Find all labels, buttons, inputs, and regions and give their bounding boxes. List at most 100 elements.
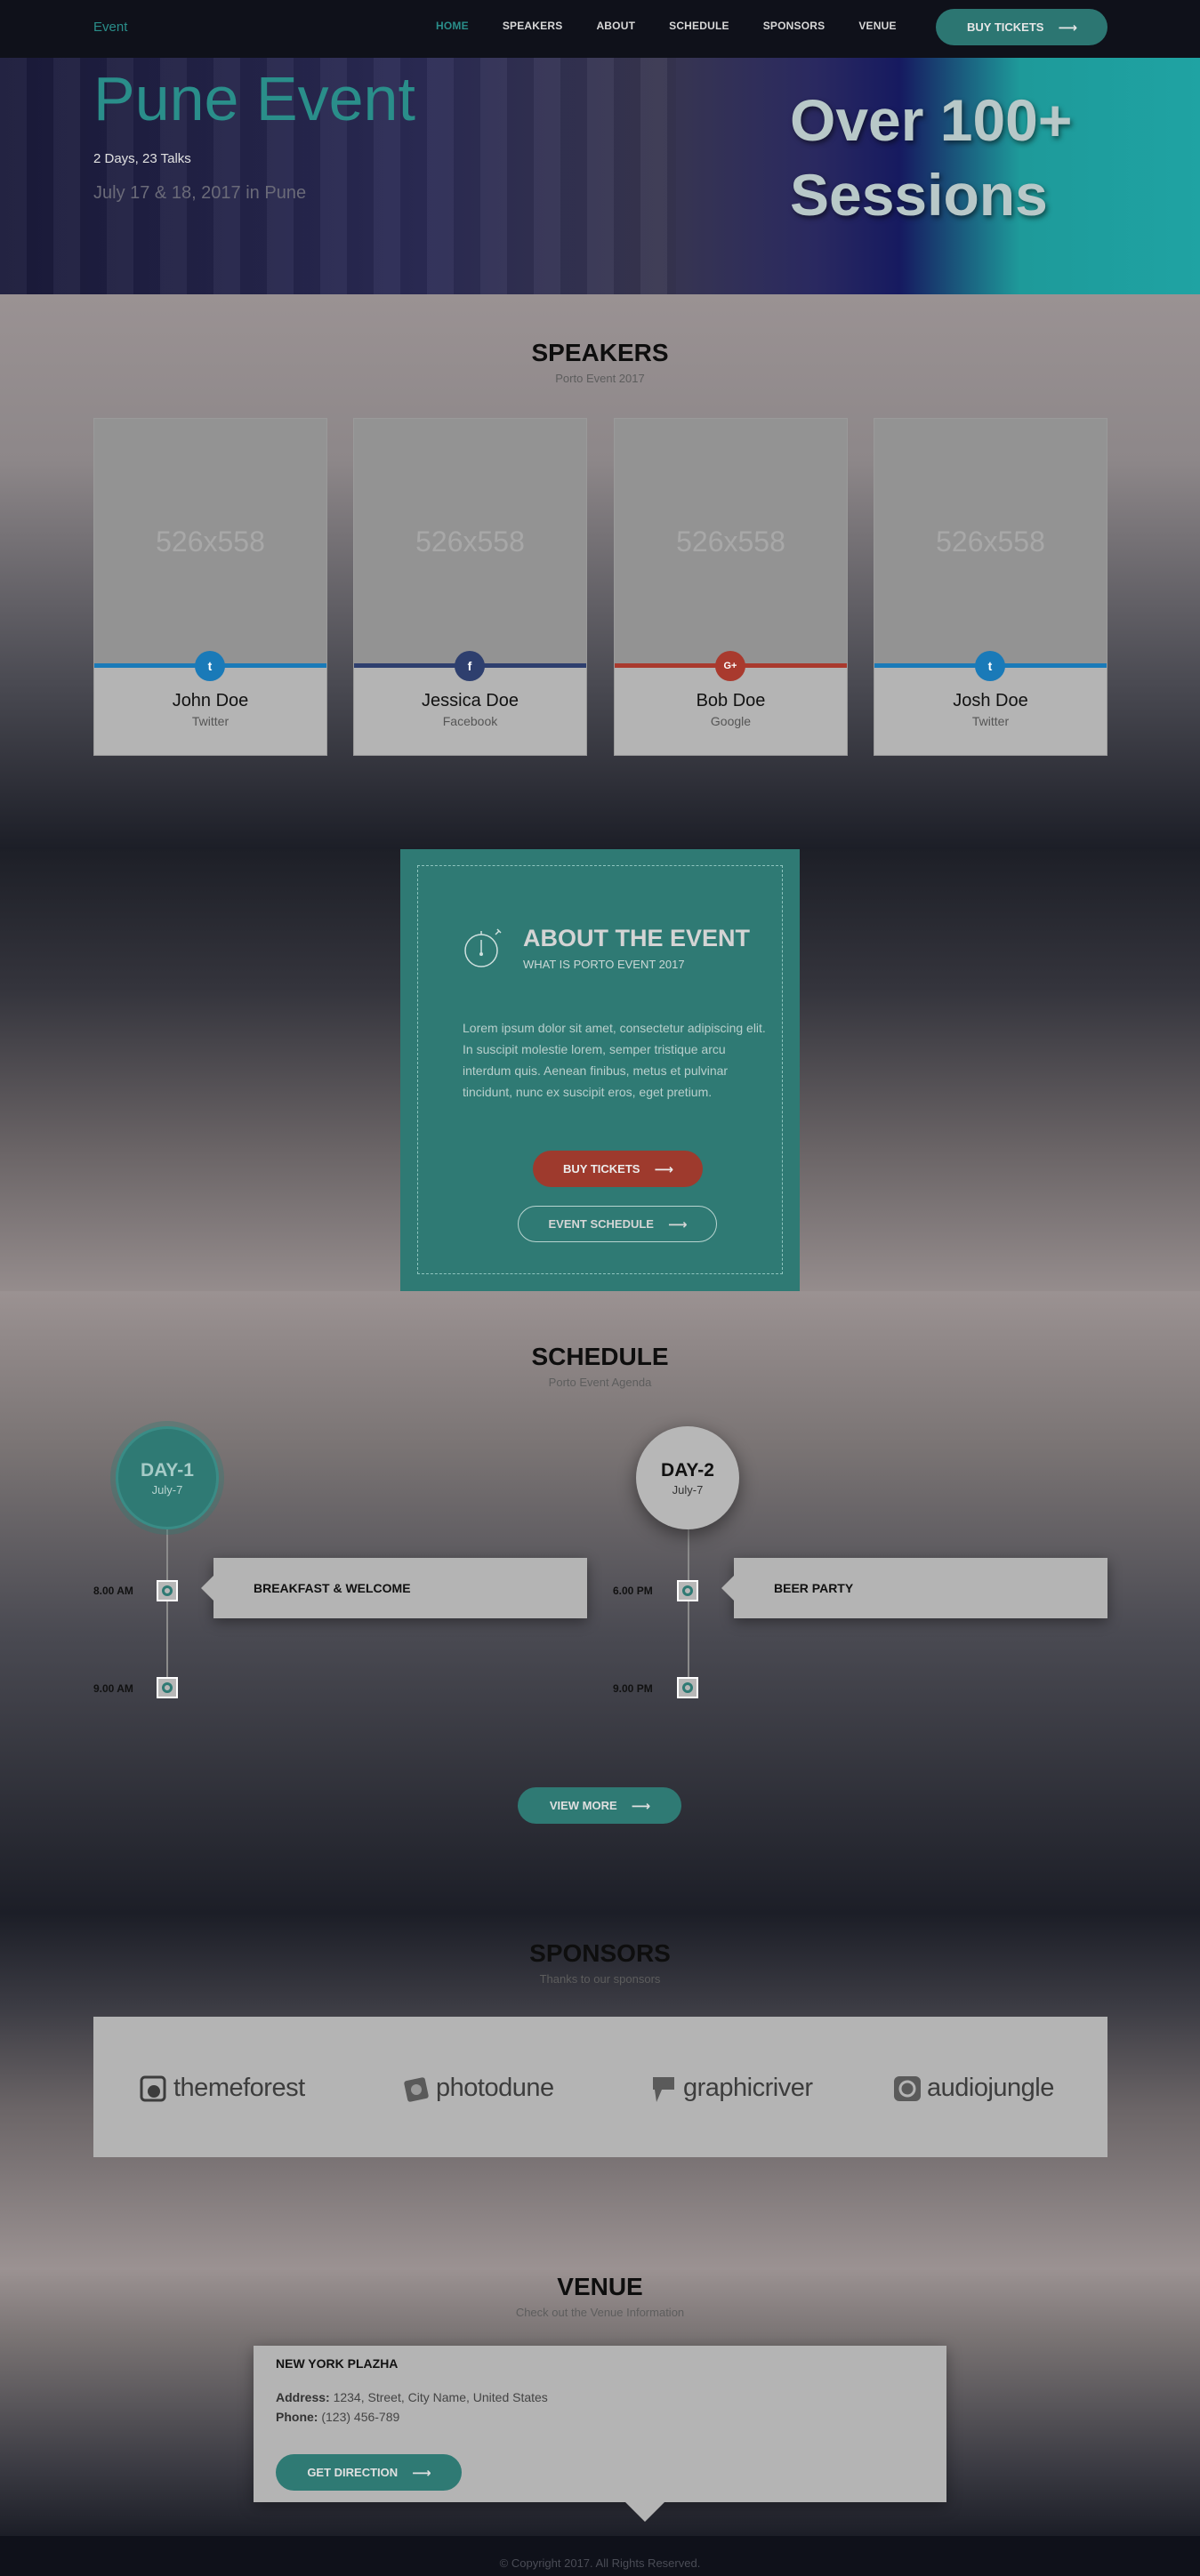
hero-title: Pune Event — [93, 64, 415, 133]
schedule-event[interactable]: BREAKFAST & WELCOME — [201, 1558, 587, 1618]
event-schedule-button[interactable]: EVENT SCHEDULE ⟶ — [518, 1206, 717, 1242]
sponsor-graphicriver[interactable]: graphicriver — [648, 2066, 813, 2110]
schedule-event[interactable]: BEER PARTY — [721, 1558, 1107, 1618]
view-more-label: VIEW MORE — [549, 1799, 617, 1812]
arrow-right-icon: ⟶ — [1058, 20, 1076, 36]
address-value: 1234, Street, City Name, United States — [333, 2390, 548, 2404]
arrow-right-icon: ⟶ — [654, 1161, 672, 1177]
stopwatch-icon — [464, 928, 502, 967]
day-2-badge[interactable]: DAY-2 July-7 — [636, 1426, 739, 1529]
sponsor-photodune[interactable]: photodune — [400, 2066, 554, 2110]
hero-banner: Pune Event 2 Days, 23 Talks July 17 & 18… — [0, 58, 1200, 294]
speaker-role: Google — [710, 714, 752, 728]
day-1-badge[interactable]: DAY-1 July-7 — [116, 1426, 219, 1529]
hero-subtitle: 2 Days, 23 Talks — [93, 151, 191, 166]
arrow-right-icon: ⟶ — [412, 2465, 431, 2481]
hero-banner-line-2: Sessions — [790, 162, 1048, 228]
logo[interactable]: Event — [93, 20, 127, 35]
about-description: Lorem ipsum dolor sit amet, consectetur … — [463, 1021, 766, 1099]
timeline-dot-icon — [157, 1677, 178, 1698]
sponsor-name: audiojungle — [927, 2073, 1054, 2102]
sponsors-subtitle: Thanks to our sponsors — [539, 1972, 661, 1986]
speaker-photo: 526x558 — [354, 419, 586, 664]
about-subtitle: WHAT IS PORTO EVENT 2017 — [523, 958, 685, 971]
hero-sessions-banner: Over 100+ Sessions — [790, 83, 1072, 232]
timeline-dot-icon — [677, 1580, 698, 1601]
sponsor-name: themeforest — [173, 2073, 305, 2102]
audiojungle-logo-icon — [894, 2076, 921, 2101]
nav-item-sponsors[interactable]: SPONSORS — [763, 20, 826, 32]
google-plus-icon[interactable]: G+ — [715, 651, 745, 681]
speakers-title: SPEAKERS — [531, 339, 669, 366]
time-slot: 8.00 AM — [93, 1585, 133, 1597]
get-direction-label: GET DIRECTION — [307, 2466, 399, 2479]
day-date: July-7 — [672, 1482, 704, 1497]
arrow-right-icon: ⟶ — [667, 1216, 687, 1232]
timeline-line — [688, 1529, 689, 1694]
timeline-line — [166, 1529, 168, 1694]
about-buy-tickets-label: BUY TICKETS — [563, 1162, 640, 1176]
time-slot: 6.00 PM — [613, 1585, 653, 1597]
speaker-photo: 526x558 — [874, 419, 1107, 664]
arrow-right-icon: ⟶ — [631, 1798, 650, 1814]
speaker-name: John Doe — [172, 691, 249, 710]
day-name: DAY-1 — [141, 1459, 194, 1481]
day-date: July-7 — [151, 1482, 183, 1497]
time-slot: 9.00 AM — [93, 1682, 133, 1695]
sponsor-themeforest[interactable]: themeforest — [138, 2066, 305, 2110]
about-buy-tickets-button[interactable]: BUY TICKETS ⟶ — [533, 1151, 703, 1187]
site-footer: © Copyright 2017. All Rights Reserved. — [0, 2536, 1200, 2576]
event-schedule-label: EVENT SCHEDULE — [548, 1217, 654, 1231]
speaker-name: Josh Doe — [953, 691, 1028, 710]
graphicriver-logo-icon — [653, 2077, 674, 2102]
schedule-subtitle: Porto Event Agenda — [548, 1376, 652, 1389]
copyright-text: © Copyright 2017. All Rights Reserved. — [499, 2556, 701, 2570]
speaker-role: Twitter — [971, 714, 1010, 728]
nav-item-home[interactable]: HOME — [436, 20, 469, 32]
phone-label: Phone: — [276, 2410, 318, 2424]
speaker-role: Facebook — [442, 714, 498, 728]
speaker-photo: 526x558 — [94, 419, 326, 664]
venue-title: VENUE — [557, 2273, 643, 2300]
venue-card: NEW YORK PLAZHA Address: 1234, Street, C… — [254, 2346, 946, 2522]
themeforest-logo-icon — [140, 2075, 166, 2102]
speaker-card[interactable]: 526x558 t Josh Doe Twitter — [874, 418, 1107, 756]
speaker-card[interactable]: 526x558 f Jessica Doe Facebook — [353, 418, 587, 756]
sponsor-name: graphicriver — [683, 2073, 813, 2102]
get-direction-button[interactable]: GET DIRECTION ⟶ — [276, 2454, 462, 2491]
nav-item-about[interactable]: ABOUT — [596, 20, 635, 32]
about-dashed-frame: ABOUT THE EVENT WHAT IS PORTO EVENT 2017… — [417, 865, 783, 1274]
speaker-name: Jessica Doe — [422, 691, 519, 710]
time-slot: 9.00 PM — [613, 1682, 653, 1695]
view-more-button[interactable]: VIEW MORE ⟶ — [518, 1787, 681, 1824]
buy-tickets-button[interactable]: BUY TICKETS ⟶ — [936, 9, 1107, 45]
day-name: DAY-2 — [661, 1459, 714, 1481]
hero-banner-line-1: Over 100+ — [790, 87, 1073, 153]
nav-item-schedule[interactable]: SCHEDULE — [669, 20, 729, 32]
venue-address: Address: 1234, Street, City Name, United… — [276, 2390, 548, 2404]
address-label: Address: — [276, 2390, 330, 2404]
venue-subtitle: Check out the Venue Information — [515, 2306, 685, 2319]
speaker-card[interactable]: 526x558 G+ Bob Doe Google — [614, 418, 848, 756]
speaker-photo: 526x558 — [615, 419, 847, 664]
speaker-card[interactable]: 526x558 t John Doe Twitter — [93, 418, 327, 756]
schedule-title: SCHEDULE — [531, 1343, 669, 1370]
twitter-icon[interactable]: t — [975, 651, 1005, 681]
phone-value: (123) 456-789 — [321, 2410, 400, 2424]
nav-item-venue[interactable]: VENUE — [858, 20, 896, 32]
sponsor-audiojungle[interactable]: audiojungle — [891, 2066, 1054, 2110]
facebook-icon[interactable]: f — [455, 651, 485, 681]
about-card: ABOUT THE EVENT WHAT IS PORTO EVENT 2017… — [400, 849, 800, 1291]
about-title: ABOUT THE EVENT — [523, 925, 751, 951]
photodune-logo-icon — [404, 2077, 429, 2102]
venue-phone: Phone: (123) 456-789 — [276, 2410, 399, 2424]
speaker-role: Twitter — [191, 714, 230, 728]
timeline-dot-icon — [677, 1677, 698, 1698]
timeline-dot-icon — [157, 1580, 178, 1601]
sponsors-title: SPONSORS — [529, 1939, 671, 1967]
twitter-icon[interactable]: t — [195, 651, 225, 681]
speakers-subtitle: Porto Event 2017 — [555, 372, 645, 385]
sponsor-name: photodune — [436, 2073, 554, 2102]
nav-item-speakers[interactable]: SPEAKERS — [503, 20, 563, 32]
sponsors-panel: themeforest photodune graphicriver audio… — [93, 2017, 1107, 2157]
